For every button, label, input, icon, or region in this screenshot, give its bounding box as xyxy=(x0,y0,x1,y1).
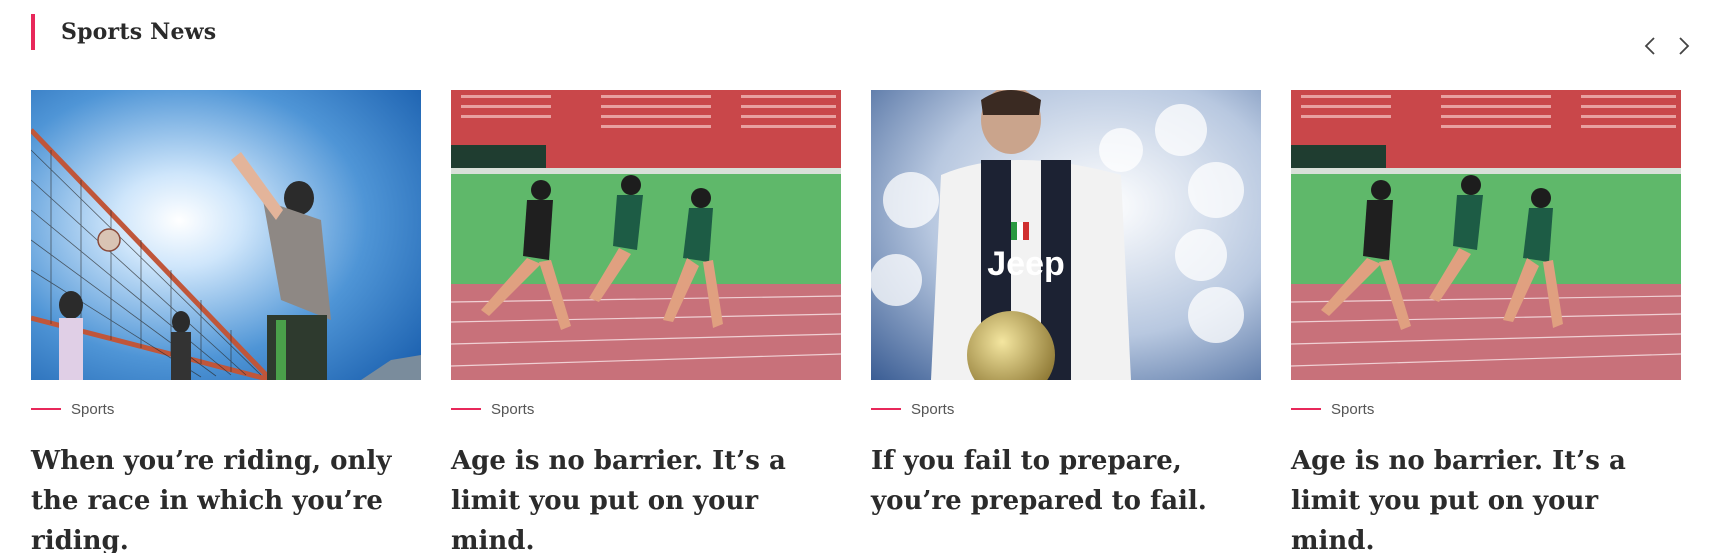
card-title[interactable]: Age is no barrier. It’s a limit you put … xyxy=(451,441,841,553)
chevron-right-icon xyxy=(1679,37,1690,55)
section-accent-bar xyxy=(31,14,35,50)
card-category[interactable]: Sports xyxy=(491,401,534,418)
category-line xyxy=(1291,408,1321,410)
news-card-list: Sports When you’re riding, only the race… xyxy=(31,90,1681,553)
card-title[interactable]: Age is no barrier. It’s a limit you put … xyxy=(1291,441,1681,553)
chevron-left-icon xyxy=(1644,37,1655,55)
next-button[interactable] xyxy=(1674,34,1694,58)
carousel-nav xyxy=(1640,34,1694,58)
news-card[interactable]: Sports Age is no barrier. It’s a limit y… xyxy=(1291,90,1681,553)
card-category[interactable]: Sports xyxy=(1331,401,1374,418)
news-card[interactable]: Sports When you’re riding, only the race… xyxy=(31,90,421,553)
news-card[interactable]: Jeep Sports If you fail to prepare, you’… xyxy=(871,90,1261,553)
card-thumbnail-sprinters[interactable] xyxy=(451,90,841,380)
card-title[interactable]: If you fail to prepare, you’re prepared … xyxy=(871,441,1261,521)
card-category[interactable]: Sports xyxy=(71,401,114,418)
category-line xyxy=(31,408,61,410)
news-card[interactable]: Sports Age is no barrier. It’s a limit y… xyxy=(451,90,841,553)
card-meta: Sports xyxy=(451,400,841,418)
card-thumbnail-sprinters[interactable] xyxy=(1291,90,1681,380)
card-category[interactable]: Sports xyxy=(911,401,954,418)
prev-button[interactable] xyxy=(1640,34,1660,58)
section-title: Sports News xyxy=(61,19,217,45)
category-line xyxy=(451,408,481,410)
card-meta: Sports xyxy=(1291,400,1681,418)
card-meta: Sports xyxy=(31,400,421,418)
card-meta: Sports xyxy=(871,400,1261,418)
card-thumbnail-volleyball[interactable] xyxy=(31,90,421,380)
card-title[interactable]: When you’re riding, only the race in whi… xyxy=(31,441,421,553)
svg-text:Jeep: Jeep xyxy=(987,245,1065,283)
card-thumbnail-footballer[interactable]: Jeep xyxy=(871,90,1261,380)
section-header: Sports News xyxy=(31,14,216,50)
category-line xyxy=(871,408,901,410)
